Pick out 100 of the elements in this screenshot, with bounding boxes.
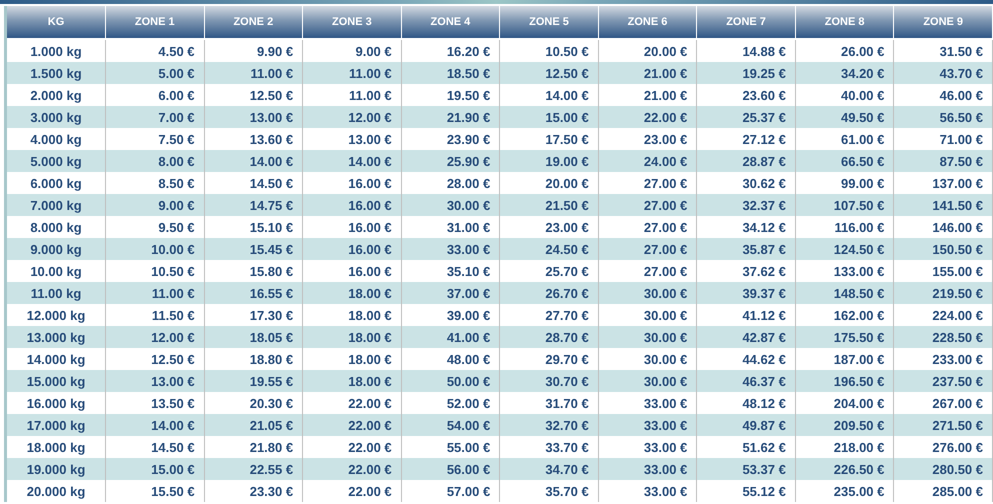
price-cell: 56.50 € xyxy=(894,106,993,128)
price-cell: 21.90 € xyxy=(402,106,500,128)
price-cell: 33.00 € xyxy=(598,458,698,480)
price-cell: 10.00 € xyxy=(106,238,205,260)
price-cell: 27.00 € xyxy=(598,238,698,260)
price-cell: 228.50 € xyxy=(894,326,993,348)
price-cell: 25.37 € xyxy=(697,106,796,128)
price-cell: 11.00 € xyxy=(303,62,402,84)
price-cell: 39.37 € xyxy=(697,282,796,304)
price-cell: 18.00 € xyxy=(303,326,402,348)
price-cell: 21.05 € xyxy=(204,414,304,436)
price-cell: 54.00 € xyxy=(402,414,500,436)
price-cell: 41.00 € xyxy=(402,326,500,348)
price-cell: 25.90 € xyxy=(402,150,500,172)
price-cell: 55.12 € xyxy=(697,480,796,502)
column-header: ZONE 7 xyxy=(697,6,796,40)
price-cell: 8.00 € xyxy=(106,150,205,172)
price-cell: 43.70 € xyxy=(894,62,993,84)
price-cell: 5.00 € xyxy=(106,62,205,84)
price-cell: 33.00 € xyxy=(402,238,500,260)
price-cell: 18.05 € xyxy=(204,326,304,348)
price-cell: 57.00 € xyxy=(402,480,500,502)
price-cell: 35.70 € xyxy=(500,480,599,502)
weight-cell: 19.000 kg xyxy=(7,458,106,480)
price-cell: 107.50 € xyxy=(796,194,894,216)
price-cell: 16.00 € xyxy=(303,238,402,260)
price-cell: 49.87 € xyxy=(697,414,796,436)
price-cell: 22.00 € xyxy=(598,106,698,128)
price-cell: 15.45 € xyxy=(204,238,304,260)
price-cell: 42.87 € xyxy=(697,326,796,348)
price-cell: 235.00 € xyxy=(796,480,894,502)
price-cell: 196.50 € xyxy=(796,370,894,392)
price-cell: 30.00 € xyxy=(598,282,698,304)
price-cell: 21.00 € xyxy=(598,62,698,84)
price-cell: 87.50 € xyxy=(894,150,993,172)
column-header: ZONE 6 xyxy=(598,6,698,40)
price-cell: 30.00 € xyxy=(598,370,698,392)
column-header: ZONE 1 xyxy=(106,6,205,40)
weight-cell: 3.000 kg xyxy=(7,106,106,128)
price-cell: 209.50 € xyxy=(796,414,894,436)
price-cell: 11.00 € xyxy=(204,62,304,84)
weight-cell: 9.000 kg xyxy=(7,238,106,260)
price-cell: 18.50 € xyxy=(402,62,500,84)
price-cell: 27.00 € xyxy=(598,194,698,216)
price-cell: 37.00 € xyxy=(402,282,500,304)
column-header: ZONE 4 xyxy=(402,6,500,40)
price-cell: 15.00 € xyxy=(106,458,205,480)
price-cell: 14.00 € xyxy=(106,414,205,436)
price-cell: 18.00 € xyxy=(303,282,402,304)
column-header: ZONE 9 xyxy=(894,6,993,40)
column-header: ZONE 2 xyxy=(204,6,304,40)
price-cell: 12.00 € xyxy=(106,326,205,348)
price-cell: 14.00 € xyxy=(303,150,402,172)
price-cell: 141.50 € xyxy=(894,194,993,216)
price-cell: 53.37 € xyxy=(697,458,796,480)
price-cell: 24.00 € xyxy=(598,150,698,172)
weight-cell: 5.000 kg xyxy=(7,150,106,172)
price-cell: 7.00 € xyxy=(106,106,205,128)
price-cell: 30.70 € xyxy=(500,370,599,392)
price-cell: 124.50 € xyxy=(796,238,894,260)
price-cell: 33.00 € xyxy=(598,480,698,502)
price-cell: 28.70 € xyxy=(500,326,599,348)
price-cell: 271.50 € xyxy=(894,414,993,436)
price-cell: 19.00 € xyxy=(500,150,599,172)
price-cell: 30.00 € xyxy=(598,326,698,348)
price-cell: 15.00 € xyxy=(500,106,599,128)
column-header: ZONE 3 xyxy=(303,6,402,40)
price-cell: 22.00 € xyxy=(303,480,402,502)
price-cell: 21.50 € xyxy=(500,194,599,216)
price-cell: 150.50 € xyxy=(894,238,993,260)
price-cell: 28.87 € xyxy=(697,150,796,172)
column-header: ZONE 5 xyxy=(500,6,599,40)
column-header: ZONE 8 xyxy=(796,6,894,40)
price-cell: 26.70 € xyxy=(500,282,599,304)
price-cell: 219.50 € xyxy=(894,282,993,304)
price-cell: 148.50 € xyxy=(796,282,894,304)
price-cell: 66.50 € xyxy=(796,150,894,172)
price-cell: 16.55 € xyxy=(204,282,304,304)
weight-cell: 7.000 kg xyxy=(7,194,106,216)
weight-cell: 15.000 kg xyxy=(7,370,106,392)
price-cell: 46.37 € xyxy=(697,370,796,392)
price-cell: 22.00 € xyxy=(303,414,402,436)
price-cell: 16.00 € xyxy=(303,194,402,216)
price-cell: 34.20 € xyxy=(796,62,894,84)
weight-cell: 20.000 kg xyxy=(7,480,106,502)
price-cell: 35.87 € xyxy=(697,238,796,260)
price-cell: 15.50 € xyxy=(106,480,205,502)
column-header: KG xyxy=(7,6,106,40)
price-cell: 18.00 € xyxy=(303,370,402,392)
price-cell: 32.70 € xyxy=(500,414,599,436)
price-cell: 22.55 € xyxy=(204,458,304,480)
weight-cell: 1.500 kg xyxy=(7,62,106,84)
price-cell: 34.70 € xyxy=(500,458,599,480)
price-cell: 50.00 € xyxy=(402,370,500,392)
price-cell: 237.50 € xyxy=(894,370,993,392)
price-cell: 33.00 € xyxy=(598,414,698,436)
price-cell: 12.00 € xyxy=(303,106,402,128)
price-cell: 175.50 € xyxy=(796,326,894,348)
price-cell: 49.50 € xyxy=(796,106,894,128)
weight-cell: 13.000 kg xyxy=(7,326,106,348)
